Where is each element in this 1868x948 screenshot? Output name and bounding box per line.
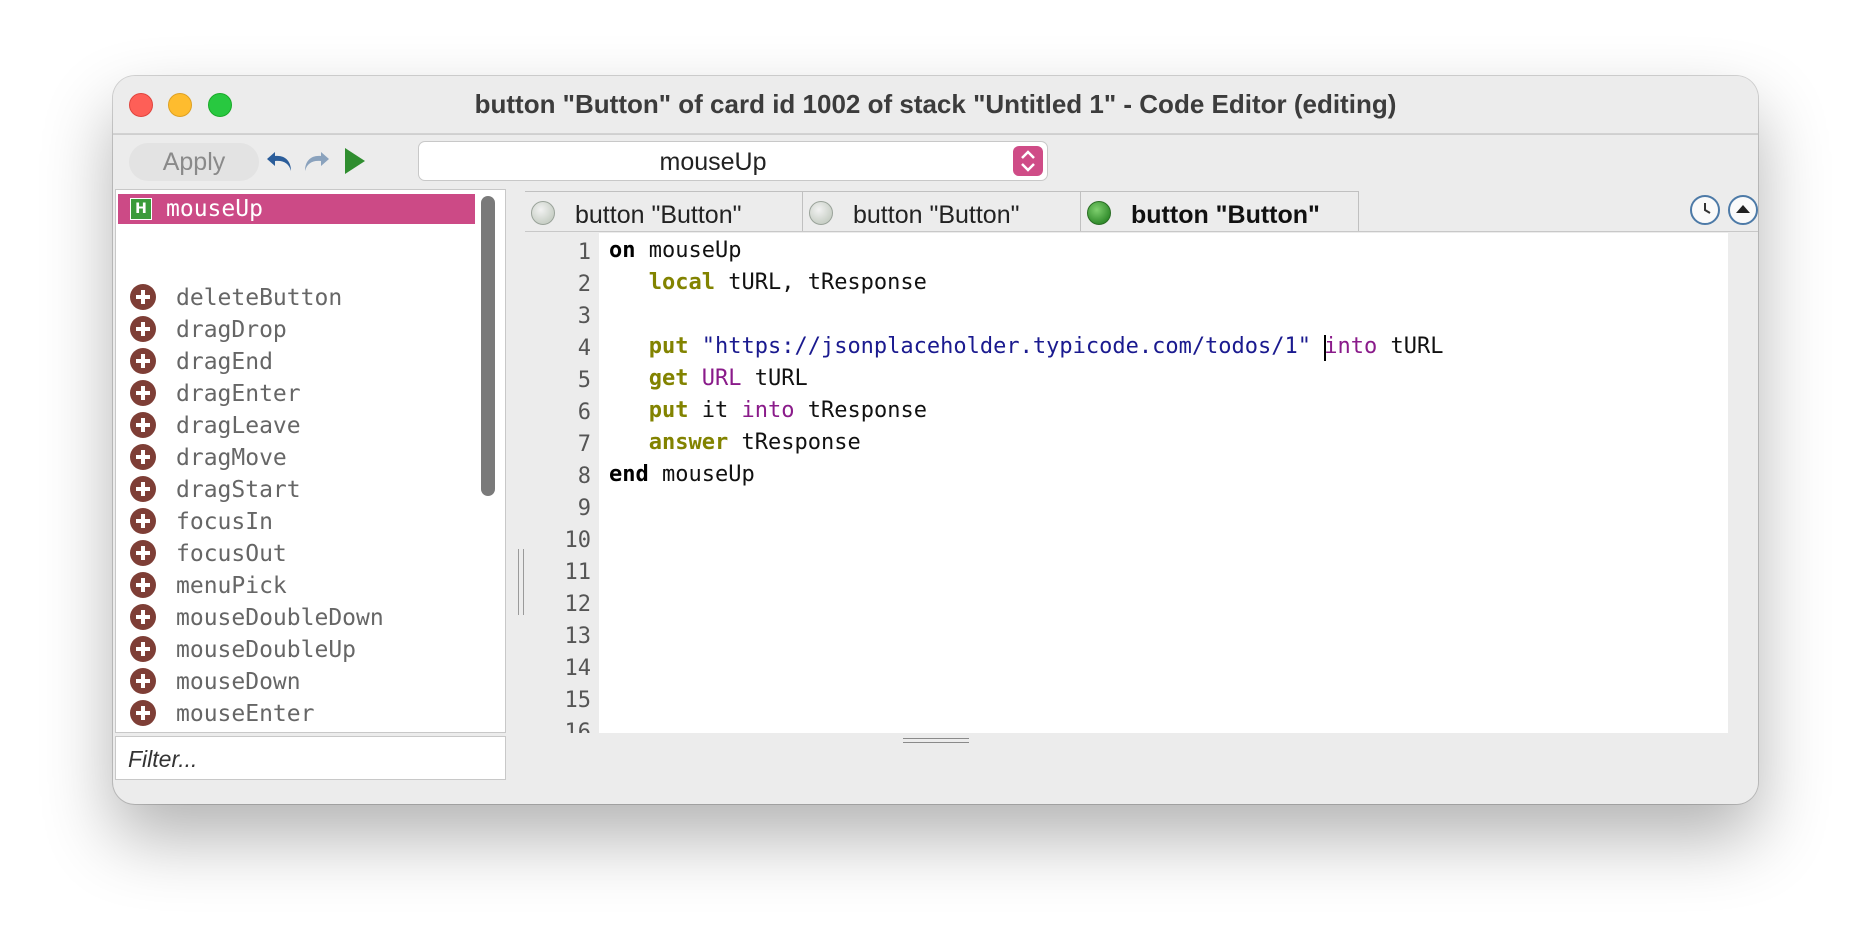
run-icon[interactable] [337, 144, 371, 178]
list-item[interactable]: dragStart [116, 476, 476, 508]
add-handler-icon[interactable] [130, 604, 156, 630]
redo-icon[interactable] [299, 144, 333, 178]
filter-field[interactable] [115, 736, 506, 780]
resize-grip-icon[interactable] [903, 738, 969, 746]
line-number: 1 [577, 240, 591, 265]
text-caret [1324, 335, 1326, 361]
window-title: button "Button" of card id 1002 of stack… [474, 89, 1397, 119]
line-number: 12 [564, 592, 592, 617]
add-handler-icon[interactable] [130, 284, 156, 310]
list-item[interactable]: mouseDoubleUp [116, 636, 476, 668]
line-number: 6 [577, 400, 591, 425]
list-item[interactable]: dragLeave [116, 412, 476, 444]
add-handler-icon[interactable] [130, 700, 156, 726]
list-item[interactable]: mouseDown [116, 668, 476, 700]
code-editor-window: button "Button" of card id 1002 of stack… [113, 76, 1758, 804]
handler-select[interactable]: mouseUp [418, 141, 1048, 181]
line-number: 9 [577, 496, 591, 521]
line-number: 7 [577, 432, 591, 457]
tab-button-2[interactable]: button "Button" [803, 191, 1081, 231]
code-line: put "https://jsonplaceholder.typicode.co… [648, 334, 1444, 359]
handler-badge-icon: H [130, 198, 152, 220]
selected-handler-name: mouseUp [166, 196, 263, 222]
handler-list-scrollbar[interactable] [481, 196, 495, 496]
status-dot-icon [809, 201, 833, 225]
add-handler-icon[interactable] [130, 412, 156, 438]
line-number: 3 [577, 304, 591, 329]
code-line: put it into tResponse [648, 398, 927, 423]
list-item[interactable]: focusOut [116, 540, 476, 572]
tab-button-1[interactable]: button "Button" [525, 191, 803, 231]
line-number: 14 [564, 656, 592, 681]
add-handler-icon[interactable] [130, 636, 156, 662]
toolbar: Apply mouseUp [113, 134, 1758, 189]
list-item[interactable]: menuPick [116, 572, 476, 604]
undo-icon[interactable] [263, 144, 297, 178]
filter-input[interactable] [126, 743, 490, 775]
add-handler-icon[interactable] [130, 668, 156, 694]
apply-button[interactable]: Apply [129, 143, 259, 181]
code-line: answer tResponse [648, 430, 861, 455]
list-item[interactable]: mouseEnter [116, 700, 476, 732]
list-item[interactable]: deleteButton [116, 284, 476, 316]
code-line: end mouseUp [609, 462, 755, 487]
line-number: 11 [564, 560, 592, 585]
line-number: 15 [564, 688, 592, 713]
add-handler-icon[interactable] [130, 540, 156, 566]
add-handler-icon[interactable] [130, 348, 156, 374]
line-number-gutter: 1 2 3 4 5 6 7 8 9 10 11 12 13 14 15 16 [525, 233, 599, 733]
code-editor[interactable]: 1 2 3 4 5 6 7 8 9 10 11 12 13 14 15 16 o… [525, 233, 1728, 733]
list-item[interactable]: dragEnter [116, 380, 476, 412]
add-handler-icon[interactable] [130, 380, 156, 406]
editor-right-margin [1728, 233, 1758, 733]
stepper-arrows-icon[interactable] [1013, 146, 1043, 176]
list-item[interactable]: dragEnd [116, 348, 476, 380]
tab-button-3[interactable]: button "Button" [1081, 191, 1359, 231]
line-number: 13 [564, 624, 592, 649]
add-handler-icon[interactable] [130, 508, 156, 534]
list-item[interactable]: focusIn [116, 508, 476, 540]
list-item[interactable]: dragMove [116, 444, 476, 476]
code-line: local tURL, tResponse [648, 270, 927, 295]
code-line: on mouseUp [609, 238, 742, 263]
line-number: 8 [577, 464, 591, 489]
message-list: deleteButton dragDrop dragEnd dragEnter … [116, 284, 476, 732]
clock-icon[interactable] [1690, 195, 1720, 225]
status-dot-icon [1087, 201, 1111, 225]
line-number: 10 [564, 528, 592, 553]
add-handler-icon[interactable] [130, 476, 156, 502]
title-bar: button "Button" of card id 1002 of stack… [113, 76, 1758, 134]
add-handler-icon[interactable] [130, 316, 156, 342]
handler-list-panel: H mouseUp deleteButton dragDrop dragEnd … [115, 189, 506, 733]
line-number: 2 [577, 272, 591, 297]
list-item[interactable]: mouseDoubleDown [116, 604, 476, 636]
line-number: 4 [577, 336, 591, 361]
selected-handler-row[interactable]: H mouseUp [118, 194, 475, 224]
line-number: 5 [577, 368, 591, 393]
tab-bar: button "Button" button "Button" button "… [525, 189, 1758, 232]
add-handler-icon[interactable] [130, 444, 156, 470]
collapse-up-icon[interactable] [1728, 195, 1758, 225]
code-line: get URL tURL [648, 366, 808, 391]
status-dot-icon [531, 201, 555, 225]
list-item[interactable]: dragDrop [116, 316, 476, 348]
editor-resize-bar [525, 733, 1758, 804]
line-number: 16 [564, 720, 592, 733]
add-handler-icon[interactable] [130, 572, 156, 598]
handler-select-value: mouseUp [659, 148, 767, 176]
